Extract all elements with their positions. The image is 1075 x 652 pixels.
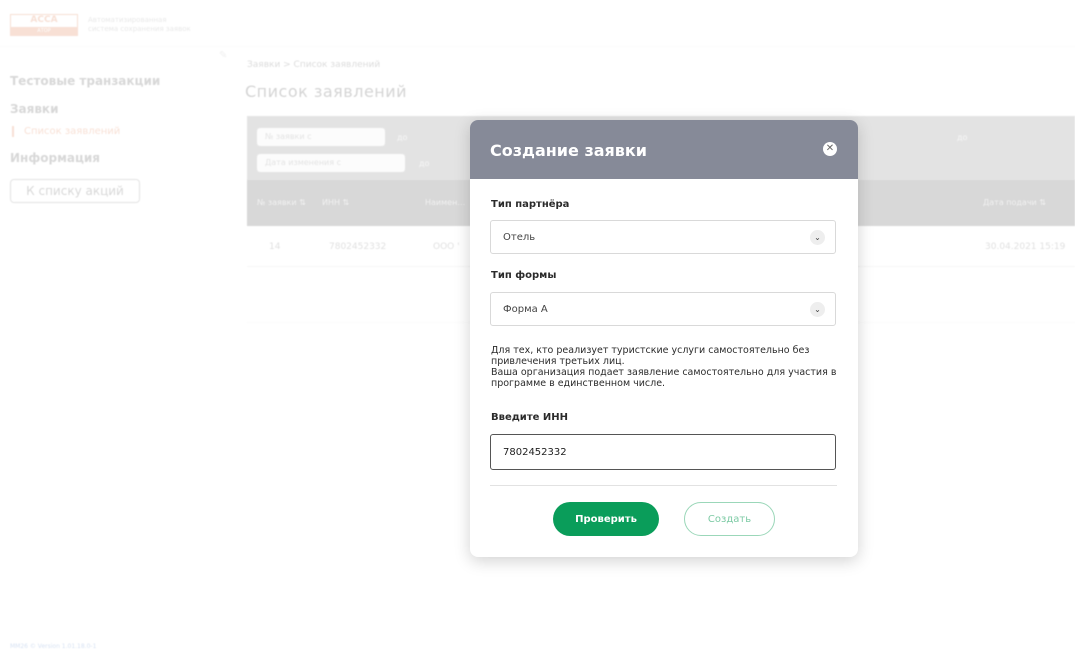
form-type-label: Тип формы — [491, 270, 557, 281]
form-type-value: Форма А — [503, 304, 548, 315]
inn-label: Введите ИНН — [491, 412, 568, 423]
close-icon[interactable]: ✕ — [823, 142, 837, 156]
modal-header: Создание заявки ✕ — [470, 120, 858, 179]
modal-title: Создание заявки — [490, 141, 647, 160]
partner-type-select[interactable]: Отель ⌄ — [490, 220, 836, 254]
inn-input[interactable] — [490, 434, 836, 470]
create-button[interactable]: Создать — [684, 502, 775, 536]
form-type-select[interactable]: Форма А ⌄ — [490, 292, 836, 326]
chevron-down-icon: ⌄ — [810, 230, 825, 245]
chevron-down-icon: ⌄ — [810, 302, 825, 317]
check-button[interactable]: Проверить — [553, 502, 659, 536]
form-description: Для тех, кто реализует туристские услуги… — [491, 345, 837, 389]
partner-type-value: Отель — [503, 232, 536, 243]
modal-divider — [490, 485, 837, 486]
partner-type-label: Тип партнёра — [491, 199, 570, 210]
create-application-modal: Создание заявки ✕ Тип партнёра Отель ⌄ Т… — [470, 120, 858, 557]
